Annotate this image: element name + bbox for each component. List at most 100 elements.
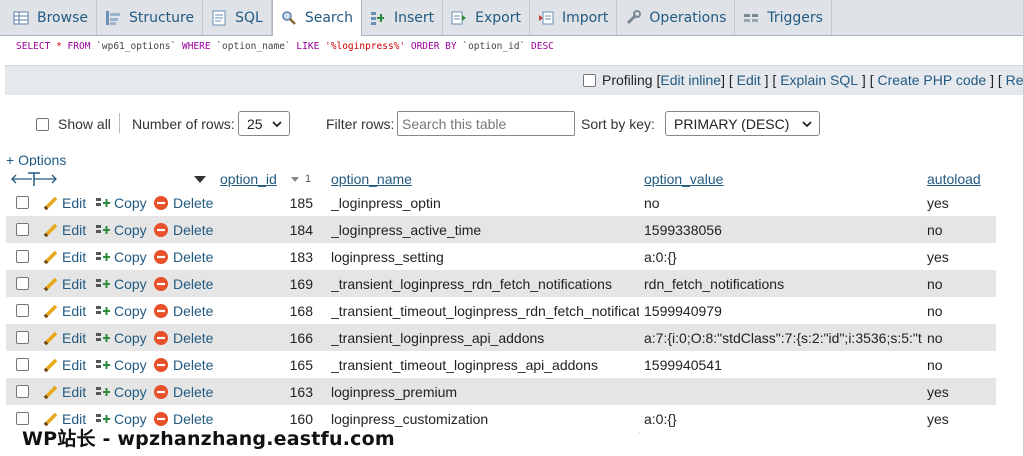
edit-button[interactable]: Edit bbox=[43, 189, 86, 216]
show-all-checkbox[interactable] bbox=[36, 118, 49, 131]
column-header-option-id[interactable]: option_id bbox=[220, 168, 277, 190]
tab-structure[interactable]: Structure bbox=[97, 0, 204, 35]
cell-option-name[interactable]: _transient_timeout_loginpress_api_addons bbox=[331, 351, 639, 378]
cell-autoload[interactable]: yes bbox=[927, 243, 949, 270]
sql-column: `option_name` bbox=[216, 41, 291, 52]
filter-input[interactable]: Search this table bbox=[397, 111, 575, 136]
copy-button[interactable]: Copy bbox=[95, 189, 147, 216]
sort-key-select[interactable]: PRIMARY (DESC) bbox=[665, 111, 820, 136]
cell-option-name[interactable]: _transient_loginpress_rdn_fetch_notifica… bbox=[331, 270, 639, 297]
sort-order-number: 1 bbox=[305, 173, 312, 185]
edit-inline-link[interactable]: Edit inline bbox=[660, 72, 721, 88]
refresh-link[interactable]: Refresh bbox=[1006, 72, 1024, 88]
table-navigation: Show all Number of rows: 25 Filter rows:… bbox=[0, 100, 1024, 148]
column-header-option-name[interactable]: option_name bbox=[331, 168, 412, 190]
cell-option-id: 169 bbox=[289, 275, 313, 292]
copy-button[interactable]: Copy bbox=[95, 378, 147, 405]
delete-button[interactable]: Delete bbox=[153, 216, 213, 243]
cell-option-value[interactable]: 1599338056 bbox=[644, 216, 922, 243]
edit-button[interactable]: Edit bbox=[43, 324, 86, 351]
rows-select[interactable]: 25 bbox=[238, 111, 290, 136]
delete-button[interactable]: Delete bbox=[153, 378, 213, 405]
tab-import[interactable]: Import bbox=[530, 0, 618, 35]
column-header-autoload[interactable]: autoload bbox=[927, 168, 981, 190]
row-checkbox[interactable] bbox=[16, 297, 29, 324]
pencil-icon bbox=[43, 277, 58, 291]
cell-autoload[interactable]: no bbox=[927, 216, 943, 243]
delete-button[interactable]: Delete bbox=[153, 324, 213, 351]
copy-button[interactable]: Copy bbox=[95, 270, 147, 297]
sort-desc-icon bbox=[290, 168, 300, 190]
tab-triggers[interactable]: Triggers bbox=[735, 0, 832, 35]
delete-icon bbox=[154, 357, 168, 372]
copy-button[interactable]: Copy bbox=[95, 297, 147, 324]
cell-autoload[interactable]: no bbox=[927, 324, 943, 351]
cell-option-value[interactable] bbox=[644, 378, 922, 405]
row-checkbox[interactable] bbox=[16, 324, 29, 351]
tab-export[interactable]: Export bbox=[443, 0, 530, 35]
cell-option-name[interactable]: _loginpress_optin bbox=[331, 189, 639, 216]
cell-autoload[interactable]: no bbox=[927, 270, 943, 297]
export-icon bbox=[451, 10, 467, 26]
row-checkbox[interactable] bbox=[16, 270, 29, 297]
row-checkbox[interactable] bbox=[16, 216, 29, 243]
chevron-down-icon bbox=[271, 117, 283, 133]
edit-button[interactable]: Edit bbox=[43, 297, 86, 324]
copy-button[interactable]: Copy bbox=[95, 243, 147, 270]
row-checkbox[interactable] bbox=[16, 243, 29, 270]
edit-button[interactable]: Edit bbox=[43, 216, 86, 243]
cell-autoload[interactable]: no bbox=[927, 297, 943, 324]
cell-option-value[interactable]: no bbox=[644, 189, 922, 216]
copy-button[interactable]: Copy bbox=[95, 324, 147, 351]
edit-button[interactable]: Edit bbox=[43, 243, 86, 270]
delete-button[interactable]: Delete bbox=[153, 297, 213, 324]
cell-autoload[interactable]: yes bbox=[927, 189, 949, 216]
column-header-option-value[interactable]: option_value bbox=[644, 168, 723, 190]
cell-option-name[interactable]: _loginpress_active_time bbox=[331, 216, 639, 243]
cell-option-value[interactable]: a:0:{} bbox=[644, 243, 922, 270]
delete-label: Delete bbox=[173, 221, 214, 238]
cell-option-id: 184 bbox=[289, 221, 313, 238]
cell-autoload[interactable]: yes bbox=[927, 378, 949, 405]
copy-button[interactable]: Copy bbox=[95, 216, 147, 243]
edit-button[interactable]: Edit bbox=[43, 270, 86, 297]
copy-icon bbox=[96, 278, 110, 288]
tab-operations[interactable]: Operations bbox=[617, 0, 736, 35]
row-checkbox[interactable] bbox=[16, 378, 29, 405]
delete-label: Delete bbox=[173, 248, 214, 265]
edit-button[interactable]: Edit bbox=[43, 378, 86, 405]
explain-sql-link[interactable]: Explain SQL bbox=[780, 72, 858, 88]
row-checkbox[interactable] bbox=[16, 351, 29, 378]
profiling-checkbox[interactable] bbox=[583, 73, 596, 87]
cell-option-value[interactable]: 1599940979 bbox=[644, 297, 922, 324]
table-row: Edit Copy Delete 169 _transient_loginpress_r… bbox=[6, 270, 996, 297]
cell-autoload[interactable]: no bbox=[927, 351, 943, 378]
column-resize-arrows-icon[interactable] bbox=[10, 168, 60, 190]
cell-option-value[interactable]: a:0:{} bbox=[644, 405, 922, 432]
cell-option-name[interactable]: _transient_timeout_loginpress_rdn_fetch_… bbox=[331, 297, 639, 324]
tab-browse[interactable]: Browse bbox=[5, 0, 97, 35]
row-checkbox[interactable] bbox=[16, 189, 29, 216]
copy-button[interactable]: Copy bbox=[95, 351, 147, 378]
filter-placeholder: Search this table bbox=[402, 115, 507, 132]
delete-button[interactable]: Delete bbox=[153, 270, 213, 297]
cell-option-name[interactable]: loginpress_premium bbox=[331, 378, 639, 405]
cell-option-name[interactable]: loginpress_setting bbox=[331, 243, 639, 270]
select-menu-triangle-icon[interactable] bbox=[193, 168, 207, 190]
create-php-link[interactable]: Create PHP code bbox=[878, 72, 987, 88]
show-all-label: Show all bbox=[58, 116, 111, 132]
delete-button[interactable]: Delete bbox=[153, 189, 213, 216]
tab-insert[interactable]: Insert bbox=[362, 0, 444, 35]
edit-button[interactable]: Edit bbox=[43, 351, 86, 378]
cell-option-value[interactable]: 1599940541 bbox=[644, 351, 922, 378]
cell-option-value[interactable]: a:7:{i:0;O:8:"stdClass":7:{s:2:"id";i:35… bbox=[644, 324, 922, 351]
cell-option-name[interactable]: _transient_loginpress_api_addons bbox=[331, 324, 639, 351]
tab-search[interactable]: Search bbox=[271, 0, 362, 36]
cell-autoload[interactable]: yes bbox=[927, 405, 949, 432]
table-row: Edit Copy Delete 165 _transient_timeout_logi… bbox=[6, 351, 996, 378]
delete-button[interactable]: Delete bbox=[153, 351, 213, 378]
delete-button[interactable]: Delete bbox=[153, 243, 213, 270]
edit-sql-link[interactable]: Edit bbox=[737, 72, 761, 88]
cell-option-value[interactable]: rdn_fetch_notifications bbox=[644, 270, 922, 297]
tab-sql[interactable]: SQL bbox=[203, 0, 272, 35]
